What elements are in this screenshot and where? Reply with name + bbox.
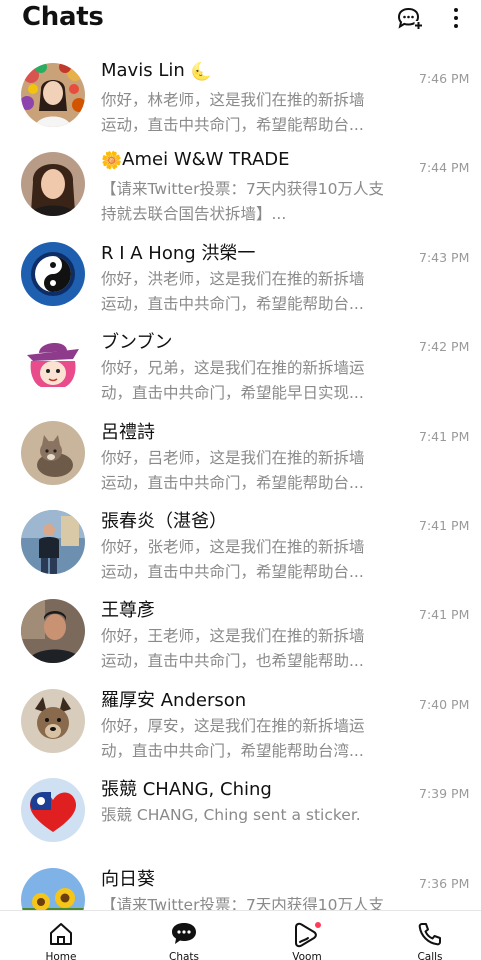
contact-name: 向日葵 [101, 868, 155, 890]
contact-name: Mavis Lin [101, 60, 185, 81]
preview-line: 运动，直击中共命门，希望能帮助台... [101, 473, 364, 492]
contact-name: Amei W&W TRADE [122, 149, 290, 171]
flower-emoji: 🌼 [101, 151, 123, 172]
more-vertical-icon[interactable] [442, 6, 470, 32]
moon-emoji: 🌜 [190, 62, 212, 82]
tab-label: Calls [417, 951, 443, 960]
chat-name: 張競 CHANG, Ching [101, 775, 272, 801]
dog-avatar [21, 688, 85, 753]
preview-line: 动，直击中共命门，希望能早日实现... [101, 384, 364, 403]
tab-label: Voom [292, 951, 322, 960]
chat-time: 7:42 PM [419, 339, 470, 355]
message-preview: 你好，厚安，这是我们在推的新拆墙运 动，直击中共命门，希望能帮助台湾... [101, 714, 383, 764]
preview-line: 运动，直击中共命门，希望能帮助台... [101, 116, 364, 134]
contact-name: 張競 CHANG, Ching [101, 779, 272, 801]
preview-line: 运动，直击中共命门，也希望能帮助... [101, 652, 364, 671]
chat-row[interactable]: R I A Hong 洪榮一 你好，洪老师，这是我们在推的新拆墙 运动，直击中共命… [0, 229, 481, 318]
preview-line: 你好，吕老师，这是我们在推的新拆墙 [101, 448, 365, 467]
chat-list: Mavis Lin 🌜 你好，林老师，这是我们在推的新拆墙 运动，直击中共命门，希… [0, 50, 481, 910]
chat-time: 7:43 PM [419, 249, 470, 265]
voom-play-icon [295, 922, 321, 948]
tab-label: Home [45, 951, 77, 960]
woman-flowers-avatar [21, 63, 85, 127]
contact-name: ブンブン [101, 332, 173, 354]
anime-character-avatar [21, 331, 85, 396]
contact-name: R I A Hong 洪榮一 [101, 242, 256, 264]
tab-voom[interactable]: Voom [262, 911, 352, 960]
taiwan-flag-heart-avatar [21, 778, 85, 843]
sunflower-avatar [21, 867, 85, 910]
message-preview: 你好，兄弟，这是我们在推的新拆墙运 动，直击中共命门，希望能早日实现... [101, 356, 383, 406]
chat-name: 向日葵 [101, 865, 155, 891]
woman-portrait-avatar [21, 152, 85, 217]
chat-name: 張春炎（湛爸） [101, 507, 227, 533]
contact-name: 張春炎（湛爸） [101, 510, 227, 532]
message-preview: 【请来Twitter投票：7天内获得10万人支 [101, 893, 383, 910]
yin-yang-avatar [21, 241, 85, 306]
chat-bubble-icon [172, 923, 196, 944]
message-preview: 你好，王老师，这是我们在推的新拆墙 运动，直击中共命门，也希望能帮助... [101, 624, 383, 674]
cat-avatar [21, 420, 85, 485]
chat-name: 🌼Amei W&W TRADE [101, 149, 290, 171]
preview-line: 你好，林老师，这是我们在推的新拆墙 [101, 91, 365, 109]
tab-chats[interactable]: Chats [139, 911, 229, 960]
chat-plus-icon[interactable] [396, 6, 424, 32]
man-standing-avatar [21, 509, 85, 574]
preview-line: 运动，直击中共命门，希望能帮助台... [101, 562, 364, 581]
chat-name: 羅厚安 Anderson [101, 686, 246, 712]
chat-row[interactable]: 呂禮詩 你好，吕老师，这是我们在推的新拆墙 运动，直击中共命门，希望能帮助台...… [0, 408, 481, 497]
page-title: Chats [22, 2, 104, 32]
preview-line: 动，直击中共命门，希望能帮助台湾... [101, 741, 364, 760]
tab-home[interactable]: Home [16, 911, 106, 960]
chat-time: 7:39 PM [419, 786, 470, 802]
preview-line: 張競 CHANG, Ching sent a sticker. [101, 806, 361, 825]
chat-row[interactable]: 向日葵 【请来Twitter投票：7天内获得10万人支 7:36 PM [0, 855, 481, 910]
chat-name: ブンブン [101, 328, 172, 354]
notification-badge [315, 922, 321, 928]
chat-row[interactable]: 張競 CHANG, Ching 張競 CHANG, Ching sent a s… [0, 765, 481, 854]
chat-time: 7:46 PM [419, 71, 470, 86]
preview-line: 你好，兄弟，这是我们在推的新拆墙运 [101, 359, 365, 378]
phone-icon [418, 923, 441, 946]
chat-row[interactable]: 羅厚安 Anderson 你好，厚安，这是我们在推的新拆墙运 动，直击中共命门，希… [0, 676, 481, 765]
chat-time: 7:41 PM [419, 428, 470, 444]
chat-time: 7:41 PM [419, 607, 470, 623]
preview-line: 【请来Twitter投票：7天内获得10万人支 [101, 180, 383, 199]
chat-name: 呂禮詩 [101, 418, 155, 444]
contact-name: 呂禮詩 [101, 421, 155, 443]
message-preview: 張競 CHANG, Ching sent a sticker. [101, 803, 383, 828]
chat-row[interactable]: 🌼Amei W&W TRADE 【请来Twitter投票：7天内获得10万人支持… [0, 139, 481, 228]
chat-time: 7:40 PM [419, 696, 470, 712]
chat-row[interactable]: 王尊彥 你好，王老师，这是我们在推的新拆墙 运动，直击中共命门，也希望能帮助...… [0, 586, 481, 675]
preview-line: 你好，王老师，这是我们在推的新拆墙 [101, 627, 365, 646]
chat-row[interactable]: 張春炎（湛爸） 你好，张老师，这是我们在推的新拆墙 运动，直击中共命门，希望能帮助… [0, 497, 481, 586]
preview-line: 运动，直击中共命门，希望能帮助台... [101, 294, 364, 313]
chat-name: 王尊彥 [101, 596, 155, 622]
preview-line: 持就去联合国告状拆墙】... [101, 205, 287, 224]
chat-time: 7:44 PM [419, 160, 470, 176]
preview-line: 你好，洪老师，这是我们在推的新拆墙 [101, 269, 365, 288]
preview-line: 你好，厚安，这是我们在推的新拆墙运 [101, 716, 365, 735]
preview-line: 你好，张老师，这是我们在推的新拆墙 [101, 537, 365, 556]
tab-label: Chats [168, 951, 199, 960]
message-preview: 你好，林老师，这是我们在推的新拆墙 运动，直击中共命门，希望能帮助台... [101, 88, 383, 138]
contact-name: 王尊彥 [101, 600, 155, 622]
chat-time: 7:41 PM [419, 517, 470, 533]
chat-name: Mavis Lin 🌜 [101, 60, 212, 82]
chat-row[interactable]: ブンブン 你好，兄弟，这是我们在推的新拆墙运 动，直击中共命门，希望能早日实现..… [0, 318, 481, 407]
contact-name: 羅厚安 Anderson [101, 689, 247, 711]
message-preview: 你好，洪老师，这是我们在推的新拆墙 运动，直击中共命门，希望能帮助台... [101, 267, 383, 317]
chat-time: 7:36 PM [419, 875, 470, 891]
tab-calls[interactable]: Calls [385, 911, 475, 960]
preview-line: 【请来Twitter投票：7天内获得10万人支 [101, 895, 383, 910]
man-portrait-avatar [21, 599, 85, 664]
chat-row[interactable]: Mavis Lin 🌜 你好，林老师，这是我们在推的新拆墙 运动，直击中共命门，希… [0, 50, 481, 139]
chat-name: R I A Hong 洪榮一 [101, 239, 255, 265]
app-header: Chats [0, 0, 481, 40]
message-preview: 你好，吕老师，这是我们在推的新拆墙 运动，直击中共命门，希望能帮助台... [101, 446, 383, 496]
bottom-tab-bar: Home Chats Voom Calls [0, 910, 481, 960]
message-preview: 【请来Twitter投票：7天内获得10万人支 持就去联合国告状拆墙】... [101, 177, 383, 227]
message-preview: 你好，张老师，这是我们在推的新拆墙 运动，直击中共命门，希望能帮助台... [101, 535, 383, 585]
home-icon [50, 923, 72, 945]
